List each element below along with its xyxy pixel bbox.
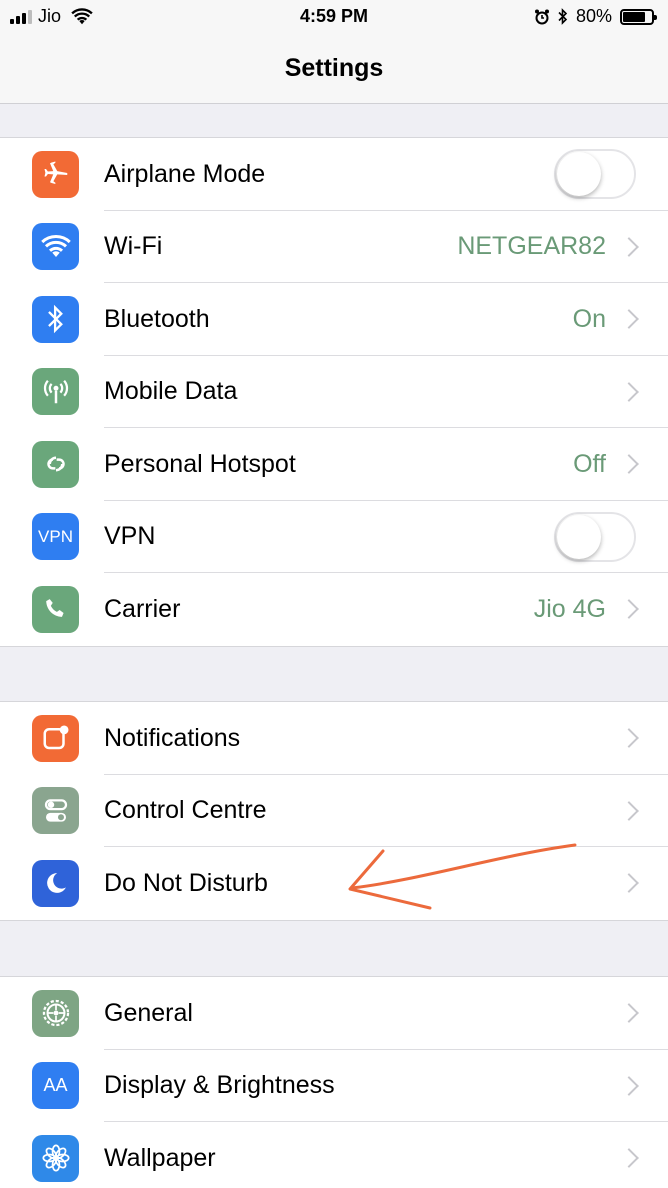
bluetooth-label: Bluetooth (104, 304, 210, 333)
do-not-disturb-row[interactable]: Do Not Disturb (0, 847, 668, 920)
mobile-data-row[interactable]: Mobile Data (0, 356, 668, 428)
text-size-icon: AA (32, 1062, 79, 1110)
chevron-right-icon (619, 728, 639, 749)
notifications-label: Notifications (104, 723, 241, 752)
alarm-icon (534, 9, 549, 24)
do-not-disturb-label: Do Not Disturb (104, 868, 268, 897)
wallpaper-row[interactable]: Wallpaper (0, 1122, 668, 1188)
wifi-network-value: NETGEAR82 (457, 232, 606, 261)
battery-level (623, 11, 646, 22)
wifi-icon (32, 223, 79, 271)
chevron-right-icon (619, 599, 639, 620)
wifi-row[interactable]: Wi-Fi NETGEAR82 (0, 211, 668, 283)
bluetooth-status-icon (558, 8, 568, 25)
notifications-icon (32, 714, 79, 762)
notifications-row[interactable]: Notifications (0, 702, 668, 775)
wallpaper-label: Wallpaper (104, 1143, 216, 1172)
battery-icon (620, 8, 657, 25)
flower-icon (32, 1134, 79, 1182)
page-title: Settings (284, 54, 384, 82)
mobile-data-label: Mobile Data (104, 377, 238, 406)
airplane-mode-toggle[interactable] (554, 149, 636, 200)
phone-icon (32, 585, 79, 633)
wifi-label: Wi-Fi (104, 232, 163, 261)
vpn-icon: VPN (32, 513, 79, 561)
airplane-mode-label: Airplane Mode (104, 159, 266, 188)
bluetooth-icon (32, 295, 79, 343)
vpn-icon-text: VPN (38, 526, 73, 546)
display-brightness-label: Display & Brightness (104, 1071, 335, 1100)
chevron-right-icon (619, 236, 639, 257)
personal-hotspot-label: Personal Hotspot (104, 449, 296, 478)
airplane-icon (32, 150, 79, 198)
text-size-icon-text: AA (43, 1075, 68, 1096)
personal-hotspot-value: Off (573, 449, 606, 478)
control-centre-row[interactable]: Control Centre (0, 775, 668, 847)
chevron-right-icon (619, 1148, 639, 1169)
battery-percent: 80% (575, 6, 612, 26)
chevron-right-icon (619, 1075, 639, 1096)
personal-hotspot-row[interactable]: Personal Hotspot Off (0, 428, 668, 501)
control-centre-icon (32, 787, 79, 835)
display-brightness-row[interactable]: AA Display & Brightness (0, 1050, 668, 1122)
vpn-label: VPN (104, 522, 156, 551)
gear-icon (32, 989, 79, 1037)
settings-group-connectivity: Airplane Mode Wi-Fi NETGEAR82 Bluetooth … (0, 137, 668, 647)
chevron-right-icon (619, 800, 639, 821)
bluetooth-row[interactable]: Bluetooth On (0, 283, 668, 356)
bluetooth-status-value: On (572, 304, 606, 333)
vpn-toggle[interactable] (554, 511, 636, 562)
chevron-right-icon (619, 454, 639, 475)
chevron-right-icon (619, 309, 639, 330)
toggle-knob (557, 514, 601, 559)
chevron-right-icon (619, 1003, 639, 1024)
antenna-icon (32, 368, 79, 416)
general-label: General (104, 998, 193, 1027)
moon-icon (32, 859, 79, 907)
toggle-knob (557, 152, 601, 197)
navigation-bar: Settings (0, 36, 668, 104)
control-centre-label: Control Centre (104, 796, 267, 825)
chevron-right-icon (619, 873, 639, 894)
carrier-row[interactable]: Carrier Jio 4G (0, 573, 668, 646)
vpn-row[interactable]: VPN VPN (0, 501, 668, 573)
carrier-value: Jio 4G (533, 594, 606, 623)
chevron-right-icon (619, 381, 639, 402)
general-row[interactable]: General (0, 977, 668, 1050)
settings-group-general: General AA Display & Brightness Wallpape… (0, 976, 668, 1188)
carrier-label: Carrier (104, 594, 181, 623)
airplane-mode-row[interactable]: Airplane Mode (0, 138, 668, 211)
status-bar: Jio 4:59 PM 80% (0, 0, 668, 36)
settings-group-notifications: Notifications Control Centre Do Not Dist… (0, 701, 668, 921)
hotspot-icon (32, 440, 79, 488)
